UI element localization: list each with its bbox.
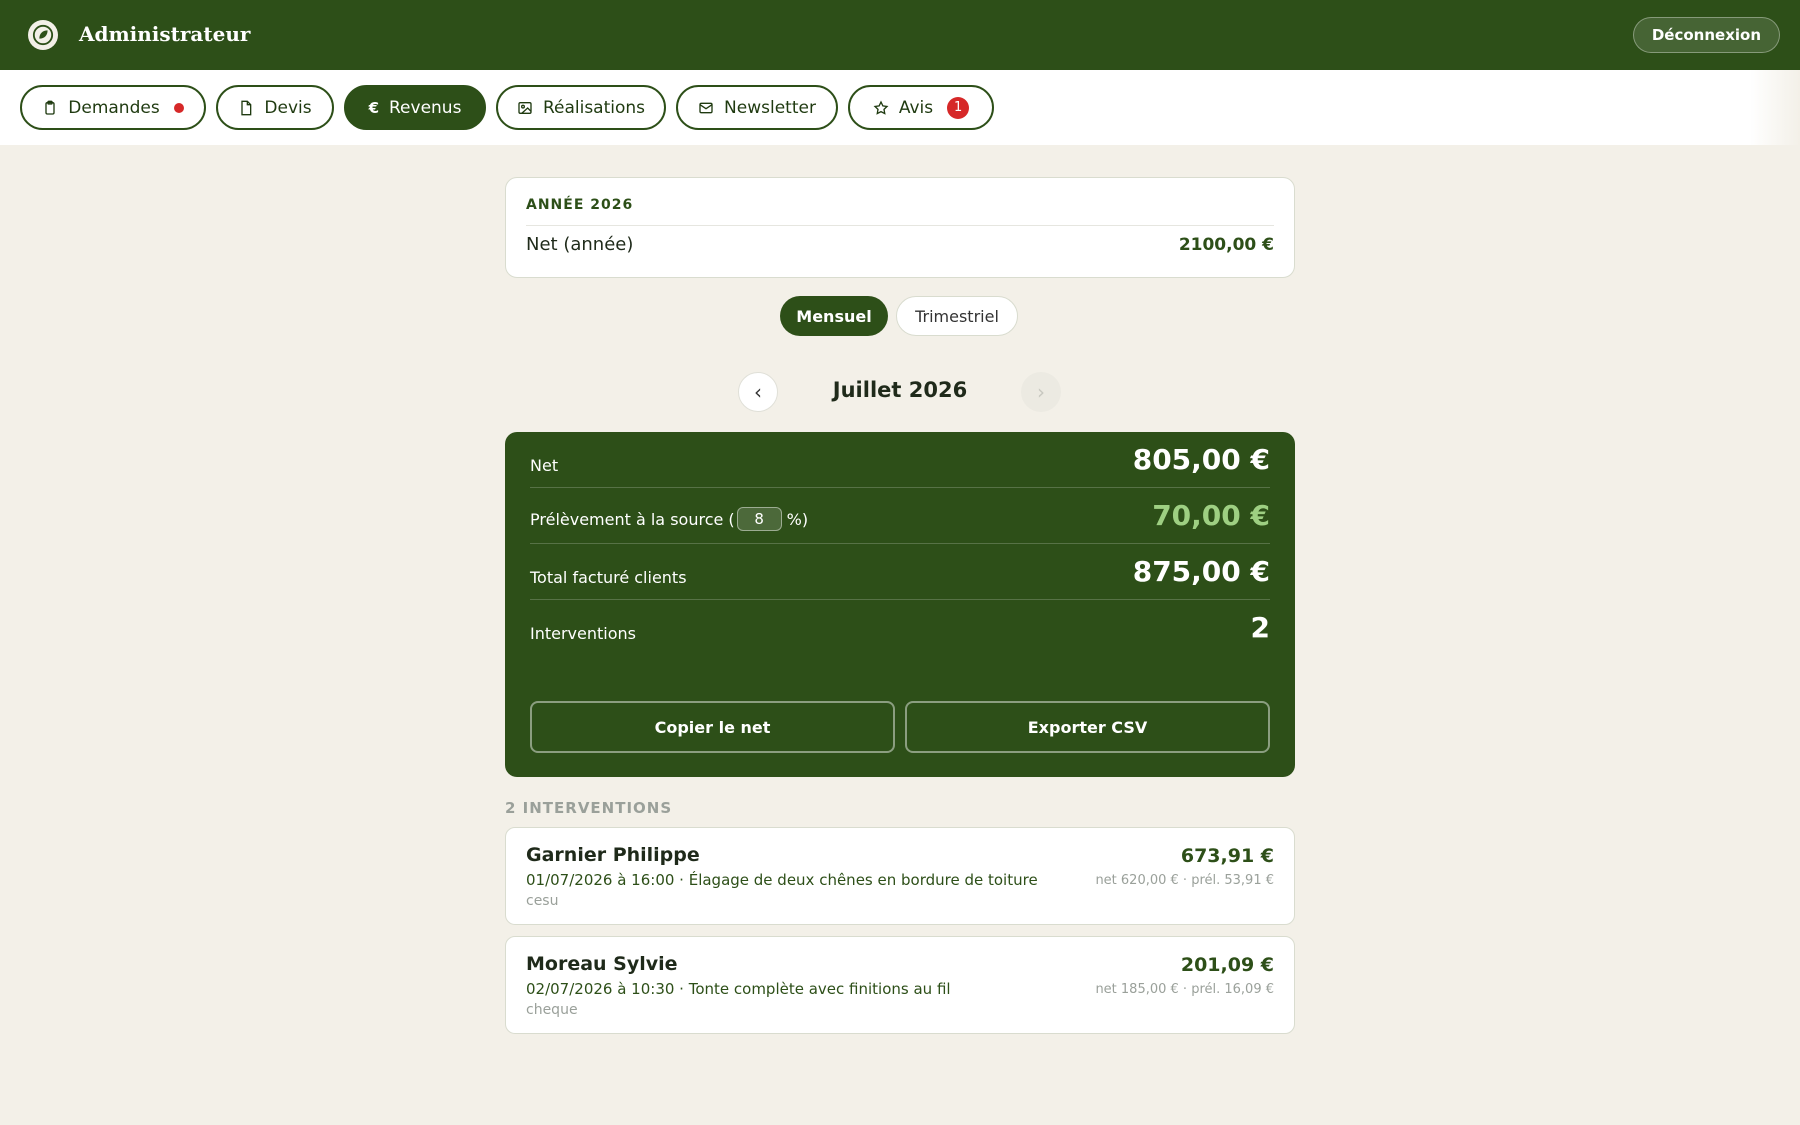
- intervention-description: 02/07/2026 à 10:30 · Tonte complète avec…: [526, 980, 951, 998]
- year-title: ANNÉE 2026: [526, 197, 634, 213]
- tab-demandes[interactable]: Demandes: [20, 85, 206, 130]
- intervention-description: 01/07/2026 à 16:00 · Élagage de deux chê…: [526, 871, 1038, 889]
- copy-net-button[interactable]: Copier le net: [530, 701, 895, 753]
- monthly-summary-card: Net 805,00 € Prélèvement à la source ( 8…: [505, 432, 1295, 777]
- payment-method: cesu: [526, 893, 559, 909]
- tab-label: Avis: [898, 97, 934, 118]
- payment-method: cheque: [526, 1002, 578, 1018]
- previous-month-button[interactable]: ‹: [738, 372, 778, 412]
- withholding-rate-input[interactable]: 8: [736, 507, 782, 531]
- tab-label: Revenus: [389, 97, 462, 118]
- interventions-header: 2 INTERVENTIONS: [505, 799, 673, 817]
- divider: [526, 225, 1274, 226]
- leaf-logo-icon: [28, 20, 58, 50]
- notification-badge: 1: [947, 96, 970, 119]
- total-label: Total facturé clients: [530, 568, 687, 587]
- mail-icon: [699, 102, 713, 113]
- tab-label: Devis: [264, 97, 312, 118]
- intervention-detail: net 620,00 € · prél. 53,91 €: [1095, 873, 1274, 888]
- client-name: Garnier Philippe: [526, 844, 700, 866]
- total-row: Total facturé clients 875,00 €: [530, 544, 1270, 600]
- export-csv-button[interactable]: Exporter CSV: [905, 701, 1270, 753]
- tab-label: Newsletter: [724, 97, 816, 118]
- year-summary-card: ANNÉE 2026 Net (année) 2100,00 €: [505, 177, 1295, 278]
- tab-devis[interactable]: Devis: [216, 85, 334, 130]
- list-item[interactable]: Garnier Philippe 01/07/2026 à 16:00 · Él…: [505, 827, 1295, 925]
- image-icon: [518, 101, 532, 114]
- tab-newsletter[interactable]: Newsletter: [676, 85, 838, 130]
- top-bar: Administrateur Déconnexion: [0, 0, 1800, 70]
- withholding-row: Prélèvement à la source ( 8 %) 70,00 €: [530, 488, 1270, 544]
- notification-dot: [173, 102, 184, 113]
- tab-label: Réalisations: [542, 97, 646, 118]
- euro-icon: €: [368, 98, 379, 117]
- withholding-label: Prélèvement à la source ( 8 %): [530, 507, 808, 531]
- intervention-amount: 673,91 €: [1180, 845, 1274, 867]
- withholding-label-text: Prélèvement à la source (: [530, 509, 735, 529]
- tab-revenus[interactable]: € Revenus: [344, 85, 486, 130]
- logout-button[interactable]: Déconnexion: [1632, 17, 1780, 53]
- list-item[interactable]: Moreau Sylvie 02/07/2026 à 10:30 · Tonte…: [505, 936, 1295, 1034]
- intervention-amount: 201,09 €: [1180, 954, 1274, 976]
- year-net-label: Net (année): [526, 234, 634, 255]
- tab-realisations[interactable]: Réalisations: [496, 85, 666, 130]
- toggle-monthly[interactable]: Mensuel: [780, 296, 888, 336]
- tab-label: Demandes: [68, 97, 160, 118]
- net-label: Net: [530, 456, 559, 475]
- clipboard-icon: [45, 100, 55, 115]
- document-icon: [241, 100, 252, 115]
- interventions-label: Interventions: [530, 624, 636, 643]
- withholding-value: 70,00 €: [1152, 499, 1270, 532]
- interventions-row: Interventions 2: [530, 600, 1270, 656]
- client-name: Moreau Sylvie: [526, 953, 678, 975]
- toggle-quarterly[interactable]: Trimestriel: [896, 296, 1018, 336]
- interventions-value: 2: [1250, 611, 1270, 644]
- current-month: Juillet 2026: [832, 378, 968, 402]
- total-value: 875,00 €: [1132, 555, 1270, 588]
- withholding-label-suffix: %): [786, 509, 809, 529]
- net-value: 805,00 €: [1132, 443, 1270, 476]
- next-month-button[interactable]: ›: [1021, 372, 1061, 412]
- app-title: Administrateur: [79, 22, 251, 46]
- tab-bar: Demandes Devis € Revenus Réalisations Ne…: [0, 70, 1800, 145]
- star-icon: [873, 99, 889, 115]
- year-net-value: 2100,00 €: [1178, 235, 1274, 255]
- net-row: Net 805,00 €: [530, 432, 1270, 488]
- tab-avis[interactable]: Avis 1: [848, 85, 994, 130]
- intervention-detail: net 185,00 € · prél. 16,09 €: [1095, 982, 1274, 997]
